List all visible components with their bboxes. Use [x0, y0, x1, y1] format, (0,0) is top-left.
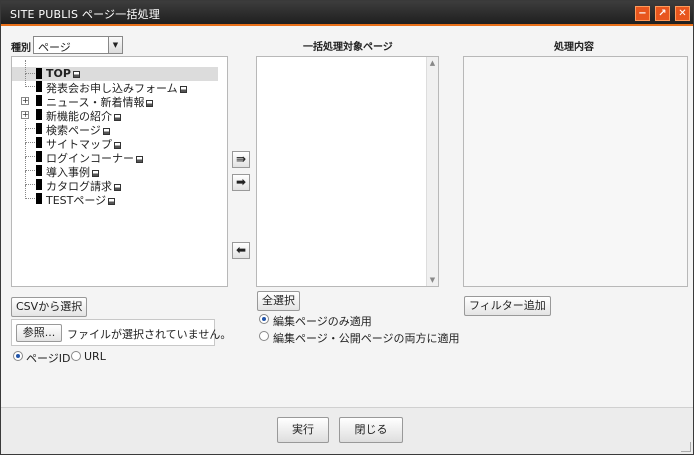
arrow-right-double-icon: ⇛ [235, 152, 247, 166]
radio-edit-only[interactable] [259, 314, 269, 324]
window-title: SITE PUBLIS ページ一括処理 [10, 8, 161, 21]
publish-flag-icon [146, 100, 154, 107]
page-icon [36, 123, 42, 134]
csv-file-input[interactable]: 参照... ファイルが選択されていません。 [11, 319, 231, 346]
arrow-left-icon: ⬅ [235, 243, 247, 257]
chevron-down-icon: ▼ [108, 37, 122, 53]
publish-flag-icon [102, 128, 110, 135]
radio-url-label: URL [84, 350, 106, 363]
run-button[interactable]: 実行 [277, 417, 329, 443]
add-with-children-button[interactable]: ⇛ [232, 151, 250, 168]
tree-item-label: TESTページ [46, 194, 107, 207]
tree-branch-line [25, 73, 35, 87]
csv-select-button[interactable]: CSVから選択 [11, 297, 88, 317]
expand-icon[interactable]: + [21, 97, 29, 105]
page-icon [36, 68, 42, 79]
resize-grip-icon[interactable] [681, 442, 691, 452]
publish-flag-icon [114, 142, 121, 149]
publish-flag-icon [114, 114, 121, 121]
add-filter-button[interactable]: フィルター追加 [464, 296, 551, 316]
process-content-header: 処理内容 [554, 42, 594, 53]
browse-button[interactable]: 参照... [16, 324, 62, 342]
close-window-button[interactable]: ✕ [675, 6, 690, 21]
file-status-text: ファイルが選択されていません。 [67, 328, 232, 341]
target-pages-header: 一括処理対象ページ [303, 42, 393, 53]
publish-flag-icon [114, 184, 121, 191]
tree-branch-line [25, 157, 35, 171]
page-icon [36, 165, 42, 176]
target-pages-list[interactable]: ▲ ▼ [256, 56, 439, 287]
page-icon [36, 95, 42, 106]
radio-edit-and-public[interactable] [259, 331, 269, 341]
title-bar: SITE PUBLIS ページ一括処理 − ↗ ✕ [1, 1, 693, 26]
arrow-right-icon: ➡ [235, 175, 247, 189]
page-icon [36, 193, 42, 204]
tree-branch-line [25, 115, 35, 129]
page-icon [36, 179, 42, 190]
minimize-button[interactable]: − [635, 6, 650, 21]
kind-label: 種別 [11, 43, 31, 54]
process-content-panel [463, 56, 688, 287]
tree-branch-line [25, 171, 35, 185]
kind-select-value: ページ [38, 41, 71, 54]
kind-select[interactable]: ページ ▼ [33, 36, 123, 54]
page-icon [36, 151, 42, 162]
select-all-button[interactable]: 全選択 [257, 291, 300, 311]
tree-branch-line [25, 60, 35, 74]
publish-flag-icon [92, 170, 99, 177]
radio-edit-only-label: 編集ページのみ適用 [273, 315, 372, 328]
batch-process-window: SITE PUBLIS ページ一括処理 − ↗ ✕ 種別 ページ ▼ 一括処理対… [0, 0, 694, 455]
list-scrollbar[interactable]: ▲ ▼ [426, 57, 438, 286]
maximize-button[interactable]: ↗ [655, 6, 670, 21]
publish-flag-icon [72, 71, 80, 78]
add-button[interactable]: ➡ [232, 174, 250, 191]
page-icon [36, 137, 42, 148]
tree-branch-line [25, 185, 35, 199]
tree-branch-line [25, 143, 35, 157]
remove-button[interactable]: ⬅ [232, 242, 250, 259]
tree-item-label: TOP [46, 67, 71, 80]
scroll-down-icon[interactable]: ▼ [427, 274, 438, 286]
close-button[interactable]: 閉じる [339, 417, 403, 443]
page-icon [36, 81, 42, 92]
scroll-up-icon[interactable]: ▲ [427, 57, 438, 69]
page-tree: TOP 発表会お申し込みフォーム + ニュース・新着情報 + 新機能の紹介 検索… [11, 56, 228, 287]
publish-flag-icon [136, 156, 143, 163]
radio-page-id[interactable] [13, 351, 23, 361]
publish-flag-icon [108, 198, 116, 205]
publish-flag-icon [179, 86, 187, 93]
tree-item-top[interactable]: TOP [12, 60, 218, 81]
radio-edit-and-public-label: 編集ページ・公開ページの両方に適用 [273, 332, 460, 345]
radio-page-id-label: ページID [26, 352, 71, 365]
page-icon [36, 109, 42, 120]
tree-branch-line [25, 129, 35, 143]
radio-url[interactable] [71, 351, 81, 361]
